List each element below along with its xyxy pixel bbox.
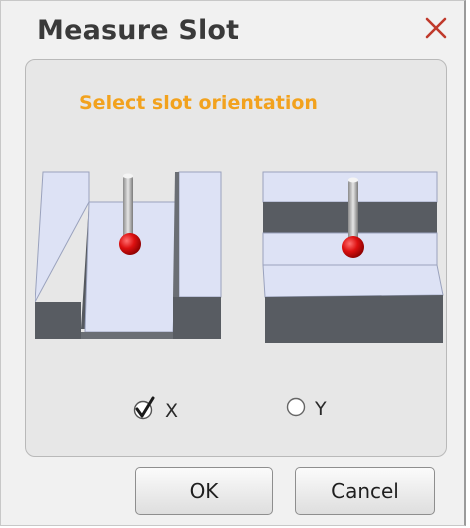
orientation-option-x[interactable]: X — [131, 395, 178, 426]
radio-icon[interactable] — [285, 395, 307, 422]
slot-x-illustration[interactable] — [34, 167, 225, 347]
option-x-label: X — [165, 399, 179, 422]
checkmark-icon[interactable] — [131, 395, 157, 426]
close-icon[interactable] — [419, 11, 453, 45]
orientation-option-y[interactable]: Y — [285, 395, 327, 422]
slot-y-illustration[interactable] — [257, 167, 447, 347]
dialog-title: Measure Slot — [37, 15, 240, 46]
cancel-button[interactable]: Cancel — [295, 467, 435, 515]
option-y-label: Y — [315, 397, 327, 420]
measure-slot-dialog: Measure Slot Select slot orientation X Y… — [0, 0, 466, 526]
orientation-prompt: Select slot orientation — [79, 92, 318, 114]
ok-button[interactable]: OK — [135, 467, 273, 515]
